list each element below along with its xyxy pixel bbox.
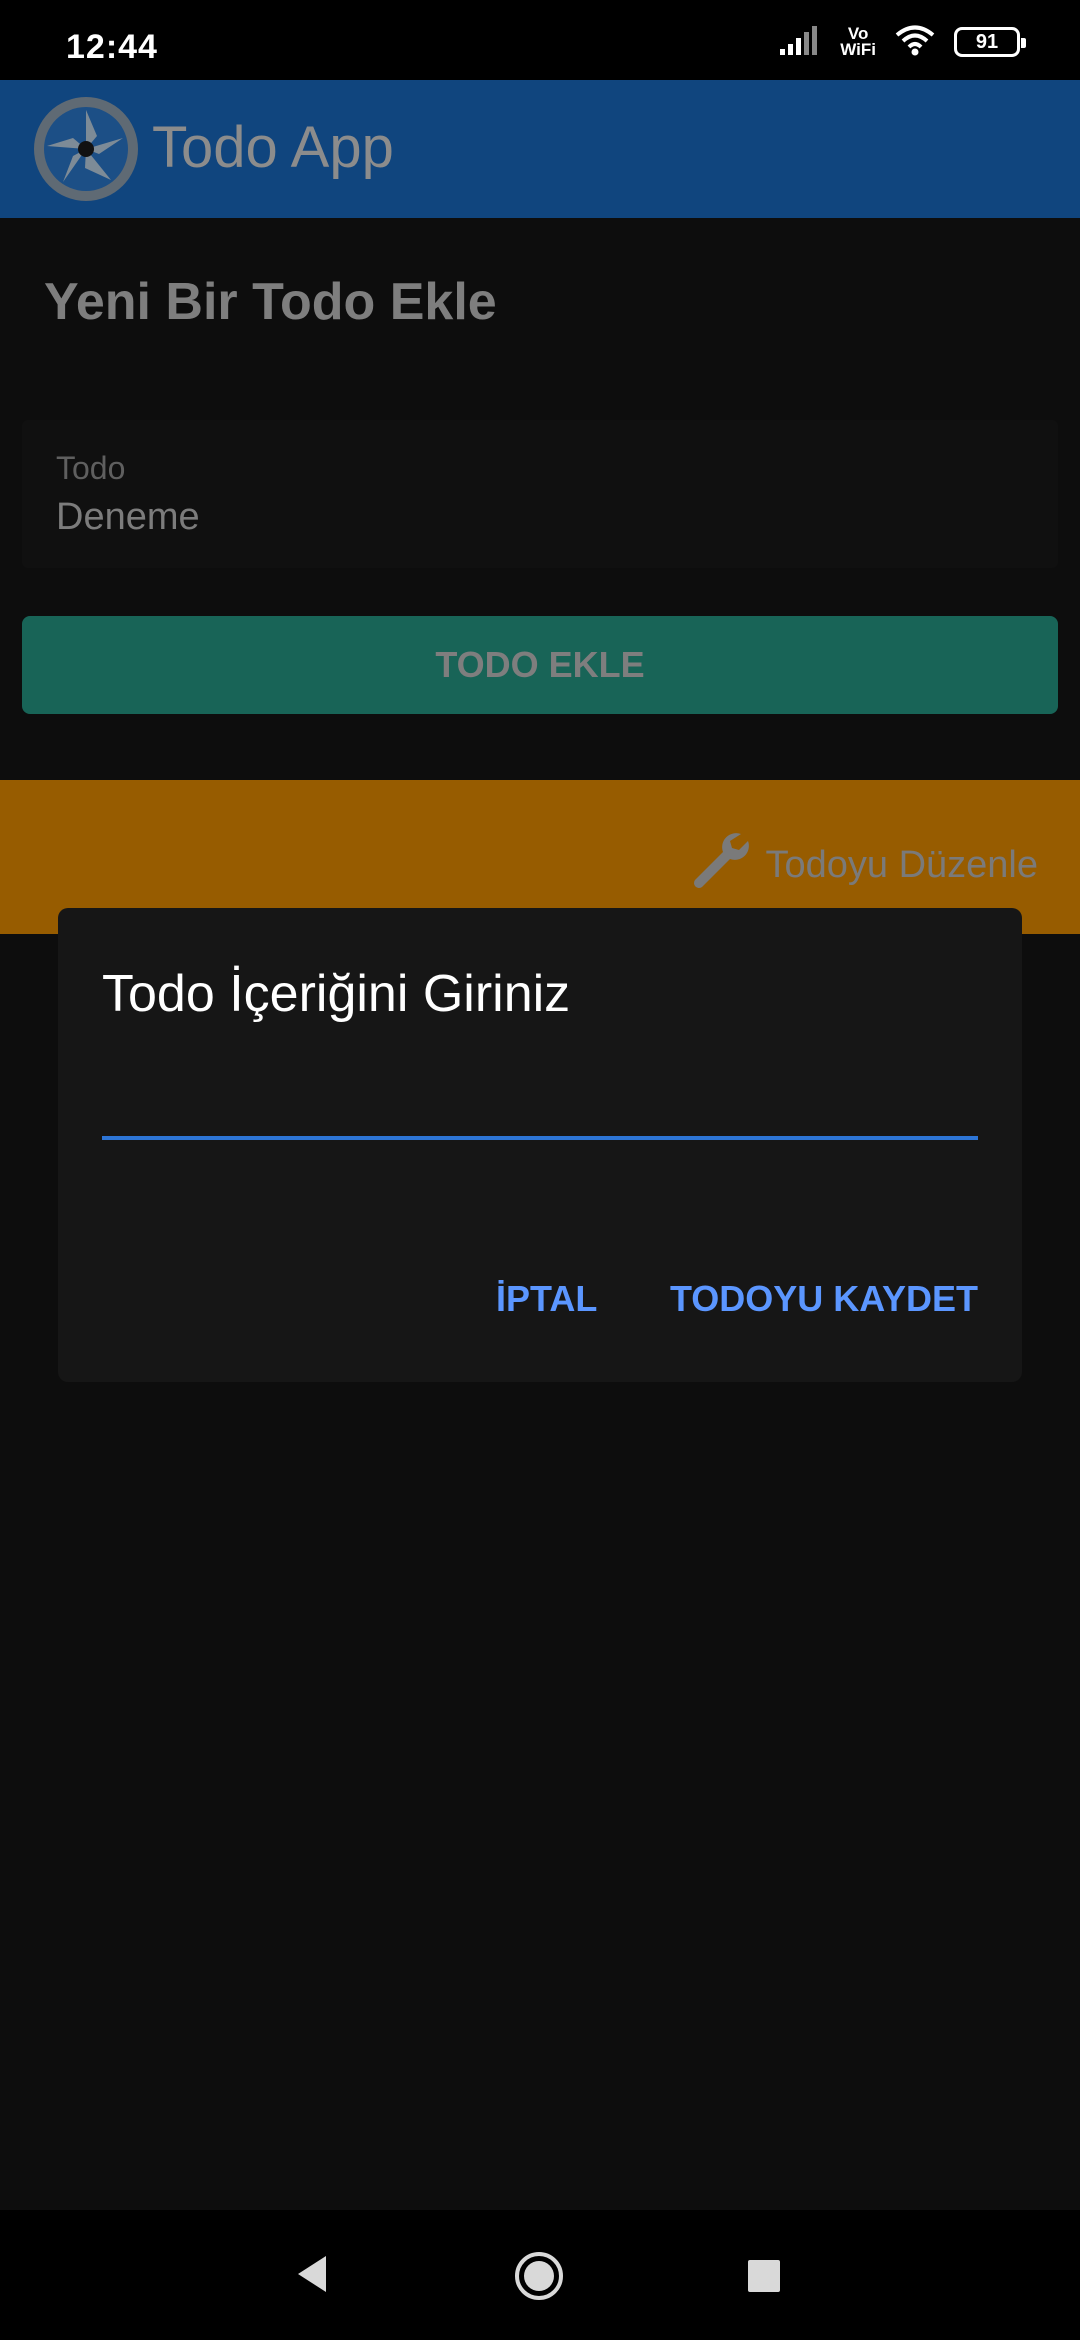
edit-todo-label: Todoyu Düzenle [765, 843, 1038, 886]
status-icons: Vo WiFi 91 [780, 22, 1026, 62]
app-bar: Todo App [0, 80, 1080, 218]
battery-icon: 91 [954, 27, 1026, 57]
wrench-icon [689, 828, 753, 902]
dialog-title: Todo İçeriğini Giriniz [102, 965, 571, 1023]
status-time: 12:44 [66, 28, 158, 66]
add-todo-button[interactable]: TODO EKLE [22, 616, 1058, 714]
edit-todo-dialog: Todo İçeriğini Giriniz İPTAL TODOYU KAYD… [58, 908, 1022, 1382]
section-title: Yeni Bir Todo Ekle [44, 273, 497, 331]
cancel-button[interactable]: İPTAL [496, 1278, 597, 1320]
status-bar: 12:44 Vo WiFi 91 [0, 0, 1080, 80]
edit-todo-action[interactable]: Todoyu Düzenle [689, 828, 1038, 902]
navigation-bar [0, 2210, 1080, 2340]
todo-field-label: Todo [56, 450, 126, 486]
todo-input-card[interactable]: Todo Deneme [22, 420, 1058, 568]
back-icon[interactable] [292, 2252, 332, 2301]
battery-level: 91 [975, 30, 999, 53]
todo-field-value[interactable]: Deneme [56, 496, 200, 539]
home-icon[interactable] [513, 2250, 565, 2307]
save-todo-button[interactable]: TODOYU KAYDET [670, 1278, 978, 1320]
app-title: Todo App [152, 115, 394, 180]
app-logo-icon [33, 96, 139, 202]
todo-content-input[interactable] [102, 1058, 978, 1140]
wifi-icon [894, 24, 936, 61]
vowifi-icon: Vo WiFi [840, 24, 876, 59]
signal-icon [780, 25, 822, 60]
recents-icon[interactable] [746, 2258, 782, 2299]
